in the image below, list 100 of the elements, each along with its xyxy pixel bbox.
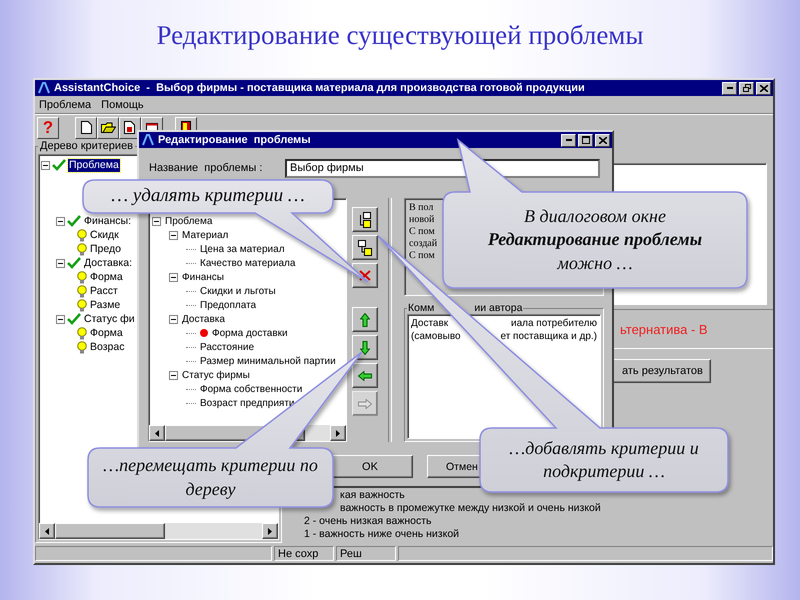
tree-item[interactable]: Возраст предприяти (200, 398, 294, 408)
left-arrow-icon (155, 430, 159, 436)
comment-text: иала потребителю (510, 317, 597, 330)
collapse-icon[interactable] (56, 216, 65, 226)
minimize-icon (566, 139, 572, 141)
restore-button[interactable] (739, 82, 754, 94)
maximize-icon (582, 136, 590, 144)
scale-text: 2 - очень низкая важность (304, 515, 432, 528)
tree-item[interactable]: Возрас (89, 340, 126, 354)
tree-item[interactable]: Качество материала (200, 258, 296, 268)
add-sibling-icon (358, 240, 372, 256)
down-button[interactable] (352, 335, 378, 360)
tree-item[interactable]: Форма доставки (212, 328, 288, 338)
name-field[interactable]: Выбор фирмы (285, 158, 600, 178)
tree-item[interactable]: Предо (89, 242, 122, 256)
close-icon (598, 136, 606, 144)
check-icon (67, 215, 81, 227)
close-button[interactable] (595, 134, 610, 146)
left-arrow-icon (45, 528, 49, 534)
app-icon (37, 81, 51, 95)
menu-item[interactable]: Проблема (39, 98, 92, 110)
document-icon (80, 121, 92, 134)
menu-item[interactable]: Помощь (101, 98, 144, 110)
collapse-icon[interactable] (41, 160, 50, 170)
collapse-icon[interactable] (169, 314, 178, 324)
check-icon (67, 313, 81, 325)
group-label: Комм (408, 302, 434, 314)
add-child-icon (358, 212, 372, 228)
maximize-button[interactable] (578, 134, 593, 146)
tree-item[interactable]: Финансы (182, 272, 224, 282)
check-icon (52, 159, 66, 171)
lightbulb-icon (77, 340, 87, 354)
group-label: ии автора (474, 302, 522, 314)
tree-item[interactable]: Статус фи (83, 312, 136, 326)
tree-item[interactable]: Проблема (68, 158, 120, 172)
collapse-icon[interactable] (152, 216, 161, 226)
tree-item[interactable]: Разме (89, 298, 122, 312)
collapse-icon[interactable] (169, 230, 178, 240)
tree-item[interactable]: Статус фирмы (182, 370, 250, 380)
tree-item[interactable]: Скидк (89, 228, 120, 242)
lightbulb-icon (77, 298, 87, 312)
tree-item[interactable]: Расст (89, 284, 119, 298)
status-text: Не сохр (274, 546, 334, 561)
tree-item[interactable]: Доставка (182, 314, 225, 324)
add-sibling-button[interactable] (352, 235, 378, 260)
window-title: AssistantChoice - Выбор фирмы - поставщика материала для производства готовой продукции (54, 82, 585, 94)
collapse-icon[interactable] (169, 370, 178, 380)
lightbulb-icon (77, 284, 87, 298)
horizontal-scrollbar[interactable] (39, 523, 278, 539)
tree-item[interactable]: Форма (89, 270, 124, 284)
right-arrow-icon (336, 430, 340, 436)
tree-item[interactable]: Проблема (165, 216, 212, 226)
left-button[interactable] (352, 363, 378, 388)
lightbulb-icon (77, 270, 87, 284)
folder-icon (100, 122, 116, 133)
document-icon (124, 121, 136, 134)
tree-item[interactable]: Размер минимальной партии (200, 356, 336, 366)
up-arrow-icon (360, 312, 370, 326)
tree-item[interactable]: Форма (89, 326, 124, 340)
collapse-icon[interactable] (56, 314, 65, 324)
tree-item[interactable]: Предоплата (200, 300, 256, 310)
group-label: Дерево критериев (39, 140, 134, 152)
slide-title: Редактирование существующей проблемы (156, 20, 644, 50)
tree-item[interactable]: Финансы: (83, 214, 132, 228)
callout-text: …перемещать критерии по дереву (102, 454, 319, 501)
description-text: С пом (409, 226, 435, 238)
scale-text: 1 - важность ниже очень низкой (304, 528, 460, 541)
open-button[interactable] (97, 116, 119, 138)
minimize-button[interactable] (561, 134, 576, 146)
collapse-icon[interactable] (56, 258, 65, 268)
collapse-icon[interactable] (169, 272, 178, 282)
minimize-icon (726, 87, 732, 89)
tree-item[interactable]: Цена за материал (200, 244, 285, 254)
tree-item[interactable]: Скидки и льготы (200, 286, 276, 296)
callout-text: … удалять критерии … (111, 184, 305, 208)
up-button[interactable] (352, 307, 378, 332)
results-button[interactable]: ать результатов (611, 359, 711, 383)
dialog-title: Редактирование проблемы (158, 134, 311, 146)
left-arrow-icon (358, 370, 372, 380)
tree-item[interactable]: Форма собственности (200, 384, 302, 394)
import-button[interactable] (119, 116, 141, 138)
check-icon (67, 257, 81, 269)
add-child-button[interactable] (352, 207, 378, 232)
status-text: Реш (336, 546, 396, 561)
tree-item[interactable]: Доставка: (83, 256, 134, 270)
scale-text: важность в промежутке между низкой и очень низкой (340, 502, 601, 515)
minimize-button[interactable] (722, 82, 737, 94)
delete-icon (359, 270, 371, 281)
right-arrow-icon (268, 528, 272, 534)
description-text: создай (409, 238, 438, 250)
lightbulb-icon (77, 228, 87, 242)
description-text: С пом (409, 250, 435, 262)
close-button[interactable] (756, 82, 771, 94)
alternative-label: ьтернатива - В (620, 322, 708, 336)
new-file-button[interactable] (75, 116, 97, 138)
description-text: новой (409, 214, 434, 226)
tree-item[interactable]: Расстояние (200, 342, 254, 352)
app-icon (141, 133, 155, 147)
tree-item[interactable]: Материал (182, 230, 228, 240)
lightbulb-icon (77, 242, 87, 256)
